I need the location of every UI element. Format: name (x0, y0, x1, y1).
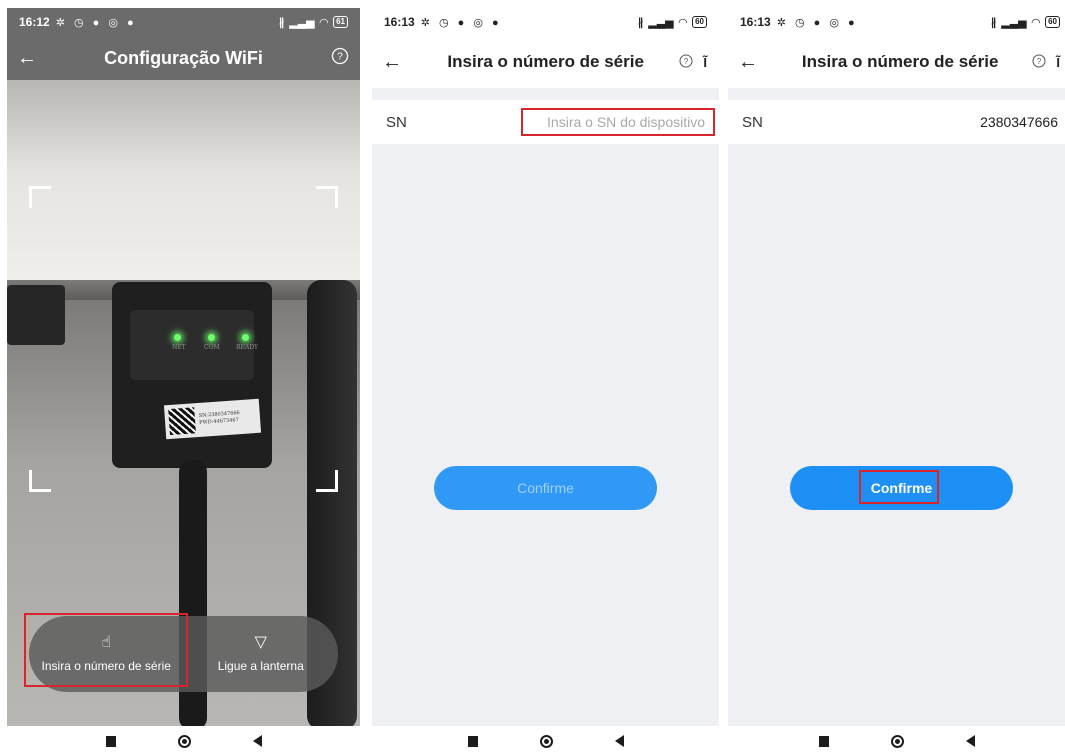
svg-text:?: ? (684, 57, 689, 66)
led-com-icon (208, 334, 215, 341)
system-nav-bar (7, 730, 360, 752)
app-bar: ← Insira o número de série ? Ĩ (372, 36, 719, 88)
status-bar: 16:12 ✲ ◷ ● ◎ ● ∦ ▂▃▅ ◠ 61 (7, 8, 360, 36)
led-label: NET (172, 344, 186, 351)
camera-scene-wall (7, 80, 360, 290)
flashlight-icon: ▽ (254, 634, 267, 651)
flashlight-label: Ligue a lanterna (217, 659, 304, 673)
app-bar: ← Configuração WiFi ? (7, 36, 360, 80)
battery-icon: 60 (1045, 16, 1060, 28)
qr-code-icon (168, 407, 196, 436)
wifi-icon: ◠ (319, 16, 329, 29)
status-bar: 16:13 ✲ ◷ ● ◎ ● ∦ ▂▃▅ ◠ 60 (728, 8, 1065, 36)
led-label: COM (204, 344, 220, 351)
back-arrow-icon[interactable]: ← (372, 51, 412, 74)
scan-frame-corner (29, 470, 51, 492)
wifi-icon: ◠ (1031, 16, 1041, 29)
highlight-box (24, 613, 188, 687)
home-icon[interactable] (177, 734, 191, 748)
scan-frame-corner (316, 186, 338, 208)
page-title: Configuração WiFi (104, 47, 263, 68)
bluetooth-icon: ∦ (637, 16, 644, 29)
wifi-dongle-image: NET COM READY SN:2380347666 PWD:44673467 (112, 282, 272, 468)
device-sticker: SN:2380347666 PWD:44673467 (163, 398, 262, 440)
system-indicators: ∦ ▂▃▅ ◠ 60 (638, 16, 707, 29)
led-net-icon (174, 334, 181, 341)
battery-icon: 61 (333, 16, 348, 28)
sn-label: SN (742, 113, 763, 131)
signal-icon: ▂▃▅ (289, 16, 315, 29)
wifi-icon: ◠ (678, 16, 688, 29)
system-indicators: ∦ ▂▃▅ ◠ 61 (279, 16, 348, 29)
svg-text:?: ? (337, 51, 343, 62)
flashlight-icon[interactable]: Ĩ (703, 55, 707, 70)
highlight-box (521, 108, 715, 136)
status-time: 16:12 (19, 15, 50, 29)
home-icon[interactable] (890, 734, 904, 748)
recent-apps-icon[interactable] (818, 735, 829, 747)
app-bar: ← Insira o número de série ? Ĩ (728, 36, 1065, 88)
system-indicators: ∦ ▂▃▅ ◠ 60 (991, 16, 1060, 29)
system-nav-bar (372, 730, 719, 752)
help-icon[interactable]: ? (679, 54, 693, 71)
back-triangle-icon[interactable] (614, 735, 624, 747)
recent-apps-icon[interactable] (467, 735, 478, 747)
bluetooth-icon: ∦ (278, 16, 285, 29)
page-title: Insira o número de série (801, 52, 999, 71)
sn-input[interactable] (782, 114, 1058, 130)
wifi-config-scan-screen: 16:12 ✲ ◷ ● ◎ ● ∦ ▂▃▅ ◠ 61 ← Configuraçã… (7, 8, 360, 726)
confirm-button[interactable]: Confirme (434, 466, 657, 510)
status-time: 16:13 (384, 15, 415, 29)
sticker-text: SN:2380347666 PWD:44673467 (199, 410, 241, 427)
bluetooth-icon: ∦ (990, 16, 997, 29)
cable-image (7, 285, 65, 345)
back-arrow-icon[interactable]: ← (728, 51, 768, 74)
home-icon[interactable] (539, 734, 553, 748)
notification-icons: ✲ ◷ ● ◎ ● (55, 16, 137, 29)
enter-sn-screen-empty: 16:13 ✲ ◷ ● ◎ ● ∦ ▂▃▅ ◠ 60 ← Insira o nú… (372, 8, 719, 726)
status-bar: 16:13 ✲ ◷ ● ◎ ● ∦ ▂▃▅ ◠ 60 (372, 8, 719, 36)
back-triangle-icon[interactable] (965, 735, 975, 747)
highlight-box (859, 470, 939, 504)
system-nav-bar (728, 730, 1065, 752)
sn-label: SN (386, 113, 407, 131)
flashlight-icon[interactable]: Ĩ (1056, 55, 1060, 70)
led-ready-icon (242, 334, 249, 341)
notification-icons: ✲ ◷ ● ◎ ● (776, 16, 858, 29)
sticker-pwd: PWD:44673467 (199, 417, 240, 426)
back-triangle-icon[interactable] (252, 735, 262, 747)
flashlight-button[interactable]: ▽ Ligue a lanterna (184, 634, 339, 674)
enter-sn-screen-filled: 16:13 ✲ ◷ ● ◎ ● ∦ ▂▃▅ ◠ 60 ← Insira o nú… (728, 8, 1065, 726)
signal-icon: ▂▃▅ (648, 16, 674, 29)
status-time: 16:13 (740, 15, 771, 29)
page-title: Insira o número de série (447, 52, 644, 71)
help-icon[interactable]: ? (1032, 54, 1046, 71)
battery-icon: 60 (692, 16, 707, 28)
led-label: READY (236, 344, 259, 351)
scan-frame-corner (29, 186, 51, 208)
sn-input-row: SN (728, 100, 1065, 144)
svg-text:?: ? (1037, 57, 1042, 66)
notification-icons: ✲ ◷ ● ◎ ● (420, 16, 502, 29)
signal-icon: ▂▃▅ (1001, 16, 1027, 29)
recent-apps-icon[interactable] (105, 735, 116, 747)
help-icon[interactable]: ? (320, 47, 360, 70)
scan-frame-corner (316, 470, 338, 492)
back-arrow-icon[interactable]: ← (7, 47, 47, 70)
